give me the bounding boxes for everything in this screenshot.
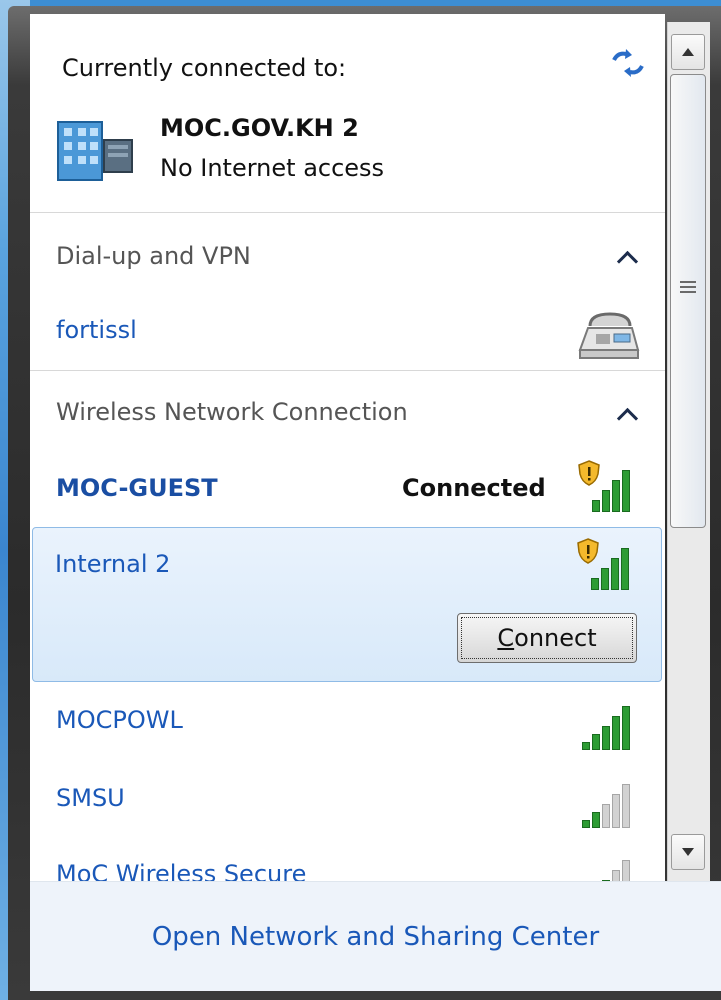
telephone-modem-icon — [578, 312, 640, 359]
dialup-collapse-chevron-icon[interactable] — [616, 250, 639, 273]
refresh-arrows-icon[interactable] — [608, 48, 648, 78]
vertical-scrollbar[interactable] — [667, 22, 710, 881]
building-network-icon — [57, 121, 133, 181]
wifi-signal-icon — [578, 460, 636, 512]
wifi-item-internal-2[interactable]: Internal 2 — [55, 550, 170, 578]
arrow-up-icon — [682, 48, 694, 56]
scrollbar-thumb[interactable] — [670, 74, 706, 528]
wifi-signal-icon — [577, 538, 635, 590]
wifi-signal-icon — [578, 698, 636, 750]
dialup-section-heading: Dial-up and VPN — [56, 242, 251, 270]
wifi-connected-status: Connected — [402, 474, 546, 502]
security-shield-icon — [578, 460, 600, 486]
arrow-down-icon — [682, 848, 694, 856]
wifi-item-smsu[interactable]: SMSU — [56, 784, 125, 812]
section-divider — [30, 370, 665, 371]
dialup-item-fortissl[interactable]: fortissl — [56, 316, 137, 344]
currently-connected-heading: Currently connected to: — [62, 54, 347, 82]
section-divider — [30, 212, 665, 213]
wifi-signal-icon — [578, 852, 636, 881]
wifi-item-moc-guest[interactable]: MOC-GUEST — [56, 474, 218, 502]
security-shield-icon — [577, 538, 599, 564]
flyout-footer: Open Network and Sharing Center — [30, 881, 721, 991]
open-network-sharing-center-link[interactable]: Open Network and Sharing Center — [30, 922, 721, 952]
connected-network-name: MOC.GOV.KH 2 — [160, 114, 359, 142]
scroll-up-button[interactable] — [671, 34, 705, 70]
wifi-signal-icon — [578, 776, 636, 828]
wifi-item-mocpowl[interactable]: MOCPOWL — [56, 706, 183, 734]
grip-icon — [680, 281, 696, 293]
wireless-section-heading: Wireless Network Connection — [56, 398, 408, 426]
wifi-item-internal-2-selected[interactable]: Internal 2 Connect — [32, 527, 662, 682]
connect-button[interactable]: Connect — [457, 613, 637, 663]
network-flyout-panel: Currently connected to: MOC.GOV.KH 2 No … — [30, 14, 665, 881]
scroll-down-button[interactable] — [671, 834, 705, 870]
wireless-collapse-chevron-icon[interactable] — [616, 407, 639, 430]
connected-network-status: No Internet access — [160, 154, 385, 182]
wifi-item-moc-wireless-secure[interactable]: MoC Wireless Secure — [56, 860, 306, 881]
